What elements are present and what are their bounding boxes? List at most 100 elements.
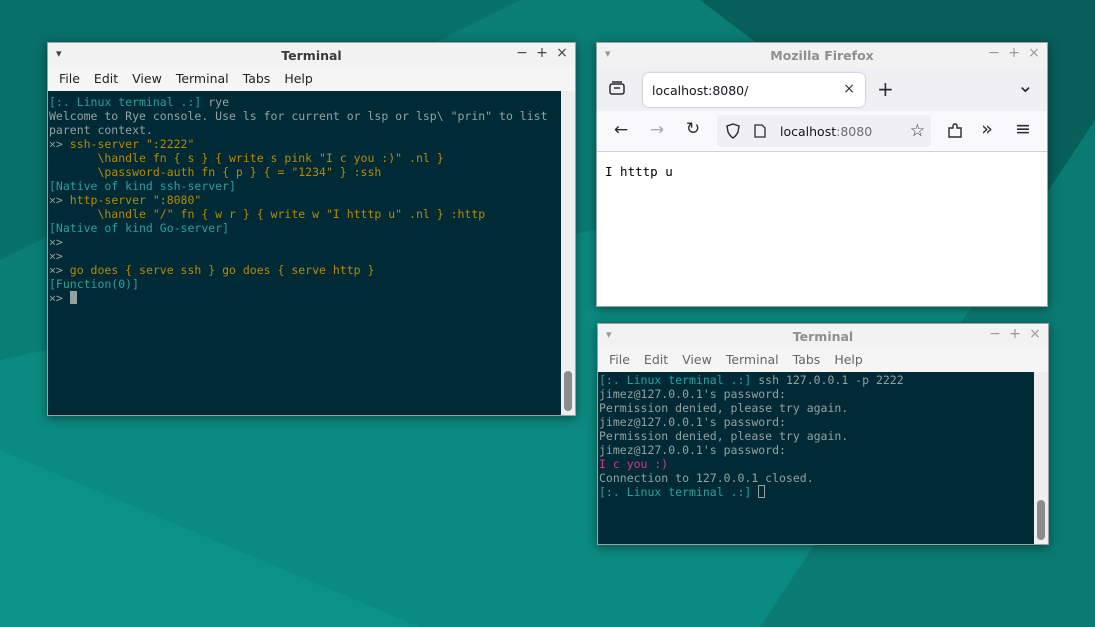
menu-tabs[interactable]: Tabs: [786, 352, 828, 367]
window-title: Mozilla Firefox: [770, 47, 874, 63]
terminal-text: [Native of kind ssh-server]: [49, 179, 236, 193]
terminal-line: jimez@127.0.0.1's password:: [599, 443, 1034, 457]
terminal-text: http-server ":8080": [69, 193, 202, 207]
close-icon[interactable]: ×: [1028, 326, 1042, 342]
terminal-text: ×>: [49, 249, 63, 263]
menu-file[interactable]: File: [52, 71, 87, 86]
titlebar[interactable]: ▾ Mozilla Firefox − + ×: [597, 43, 1047, 67]
terminal-text: ×>: [49, 291, 70, 305]
terminal-text: rye: [208, 95, 230, 109]
new-tab-icon[interactable]: +: [877, 77, 894, 101]
terminal-cursor: [758, 485, 766, 498]
menu-edit[interactable]: Edit: [87, 71, 125, 86]
minimize-icon[interactable]: −: [988, 326, 1002, 342]
tab-localhost[interactable]: localhost:8080/ ×: [643, 73, 865, 107]
terminal-line: [Native of kind ssh-server]: [49, 179, 561, 193]
terminal-line: \handle "/" fn { w r } { write w "I httt…: [49, 207, 561, 221]
terminal-window-ssh[interactable]: ▾ Terminal − + × File Edit View Terminal…: [597, 323, 1049, 545]
terminal-line: I c you :): [599, 457, 1034, 471]
menu-terminal[interactable]: Terminal: [719, 352, 786, 367]
menu-help[interactable]: Help: [277, 71, 320, 86]
terminal-text: \handle "/" fn { w r } { write w "I httt…: [49, 207, 486, 221]
menu-tabs[interactable]: Tabs: [236, 71, 278, 86]
firefox-view-icon[interactable]: [609, 80, 625, 95]
minimize-icon[interactable]: −: [515, 45, 529, 61]
reload-icon[interactable]: ↻: [681, 119, 705, 139]
terminal-output[interactable]: [:. Linux terminal .:] rye Welcome to Rye…: [48, 91, 561, 415]
terminal-text: Connection to 127.0.0.1 closed.: [599, 471, 814, 485]
menu-view[interactable]: View: [125, 71, 169, 86]
url-port: :8080: [836, 123, 873, 139]
url-host: localhost: [780, 123, 837, 139]
terminal-text: I c you :): [599, 457, 669, 471]
terminal-cursor: [69, 291, 77, 304]
terminal-text: ssh 127.0.0.1 -p 2222: [758, 373, 904, 387]
terminal-window-main[interactable]: ▾ Terminal − + × File Edit View Terminal…: [47, 42, 576, 416]
terminal-text: ×>: [49, 137, 70, 151]
terminal-text: ×>: [49, 235, 63, 249]
terminal-text: Permission denied, please try again.: [599, 401, 849, 415]
terminal-text: parent context.: [49, 123, 153, 137]
page-icon[interactable]: [754, 124, 766, 138]
terminal-line: \password-auth fn { p } { = "1234" } :ss…: [49, 165, 561, 179]
extensions-icon[interactable]: [947, 123, 963, 139]
terminal-text: [:. Linux terminal .:]: [49, 95, 209, 109]
tab-close-icon[interactable]: ×: [843, 81, 855, 97]
maximize-icon[interactable]: +: [1007, 45, 1021, 61]
menu-edit[interactable]: Edit: [637, 352, 675, 367]
terminal-line: Permission denied, please try again.: [599, 429, 1034, 443]
terminal-line: \handle fn { s } { write s pink "I c you…: [49, 151, 561, 165]
terminal-output[interactable]: [:. Linux terminal .:] ssh 127.0.0.1 -p …: [598, 372, 1034, 544]
terminal-line: ×> go does { serve ssh } go does { serve…: [49, 263, 561, 277]
terminal-line: Welcome to Rye console. Use ls for curre…: [49, 109, 561, 123]
menu-help[interactable]: Help: [827, 352, 870, 367]
close-icon[interactable]: ×: [1027, 45, 1041, 61]
app-menu-icon[interactable]: ≡: [1011, 118, 1035, 140]
terminal-text: [:. Linux terminal .:]: [599, 485, 759, 499]
minimize-icon[interactable]: −: [987, 45, 1001, 61]
terminal-line: jimez@127.0.0.1's password:: [599, 415, 1034, 429]
menubar: File Edit View Terminal Tabs Help: [48, 67, 575, 89]
terminal-line: Permission denied, please try again.: [599, 401, 1034, 415]
url-bar[interactable]: localhost:8080 ☆: [717, 115, 931, 147]
titlebar[interactable]: ▾ Terminal − + ×: [48, 43, 575, 67]
titlebar[interactable]: ▾ Terminal − + ×: [598, 324, 1048, 348]
list-tabs-icon[interactable]: ⌄: [1017, 73, 1034, 97]
terminal-text: go does { serve ssh } go does { serve ht…: [69, 263, 375, 277]
window-title: Terminal: [281, 47, 342, 63]
close-icon[interactable]: ×: [555, 45, 569, 61]
window-menu-icon[interactable]: ▾: [56, 47, 62, 60]
bookmark-icon[interactable]: ☆: [910, 121, 925, 141]
menubar: File Edit View Terminal Tabs Help: [598, 348, 1048, 370]
terminal-text: ssh-server ":2222": [69, 137, 195, 151]
terminal-line: [Function(0)]: [49, 277, 561, 291]
terminal-line: ×>: [49, 291, 561, 305]
window-menu-icon[interactable]: ▾: [606, 328, 612, 341]
terminal-text: jimez@127.0.0.1's password:: [599, 387, 786, 401]
terminal-text: ×>: [49, 193, 70, 207]
terminal-text: \handle fn { s } { write s pink "I c you…: [49, 151, 444, 165]
overflow-icon[interactable]: »: [975, 118, 999, 140]
forward-icon[interactable]: →: [645, 120, 669, 140]
back-icon[interactable]: ←: [609, 120, 633, 140]
menu-view[interactable]: View: [675, 352, 719, 367]
window-menu-icon[interactable]: ▾: [605, 47, 611, 60]
menu-terminal[interactable]: Terminal: [169, 71, 236, 86]
menu-file[interactable]: File: [602, 352, 637, 367]
firefox-window[interactable]: ▾ Mozilla Firefox − + × localhost:8080/ …: [596, 42, 1048, 307]
tab-label: localhost:8080/: [652, 82, 749, 98]
terminal-text: Permission denied, please try again.: [599, 429, 849, 443]
maximize-icon[interactable]: +: [535, 45, 549, 61]
shield-icon[interactable]: [726, 123, 740, 139]
terminal-line: parent context.: [49, 123, 561, 137]
terminal-line: ×> http-server ":8080": [49, 193, 561, 207]
maximize-icon[interactable]: +: [1008, 326, 1022, 342]
scrollbar[interactable]: [1034, 372, 1048, 544]
terminal-text: Welcome to Rye console. Use ls for curre…: [49, 109, 548, 123]
terminal-text: jimez@127.0.0.1's password:: [599, 443, 786, 457]
terminal-line: ×>: [49, 235, 561, 249]
scrollbar-thumb[interactable]: [1037, 500, 1045, 540]
scrollbar[interactable]: [561, 91, 575, 415]
window-title: Terminal: [792, 328, 854, 344]
scrollbar-thumb[interactable]: [564, 371, 572, 411]
